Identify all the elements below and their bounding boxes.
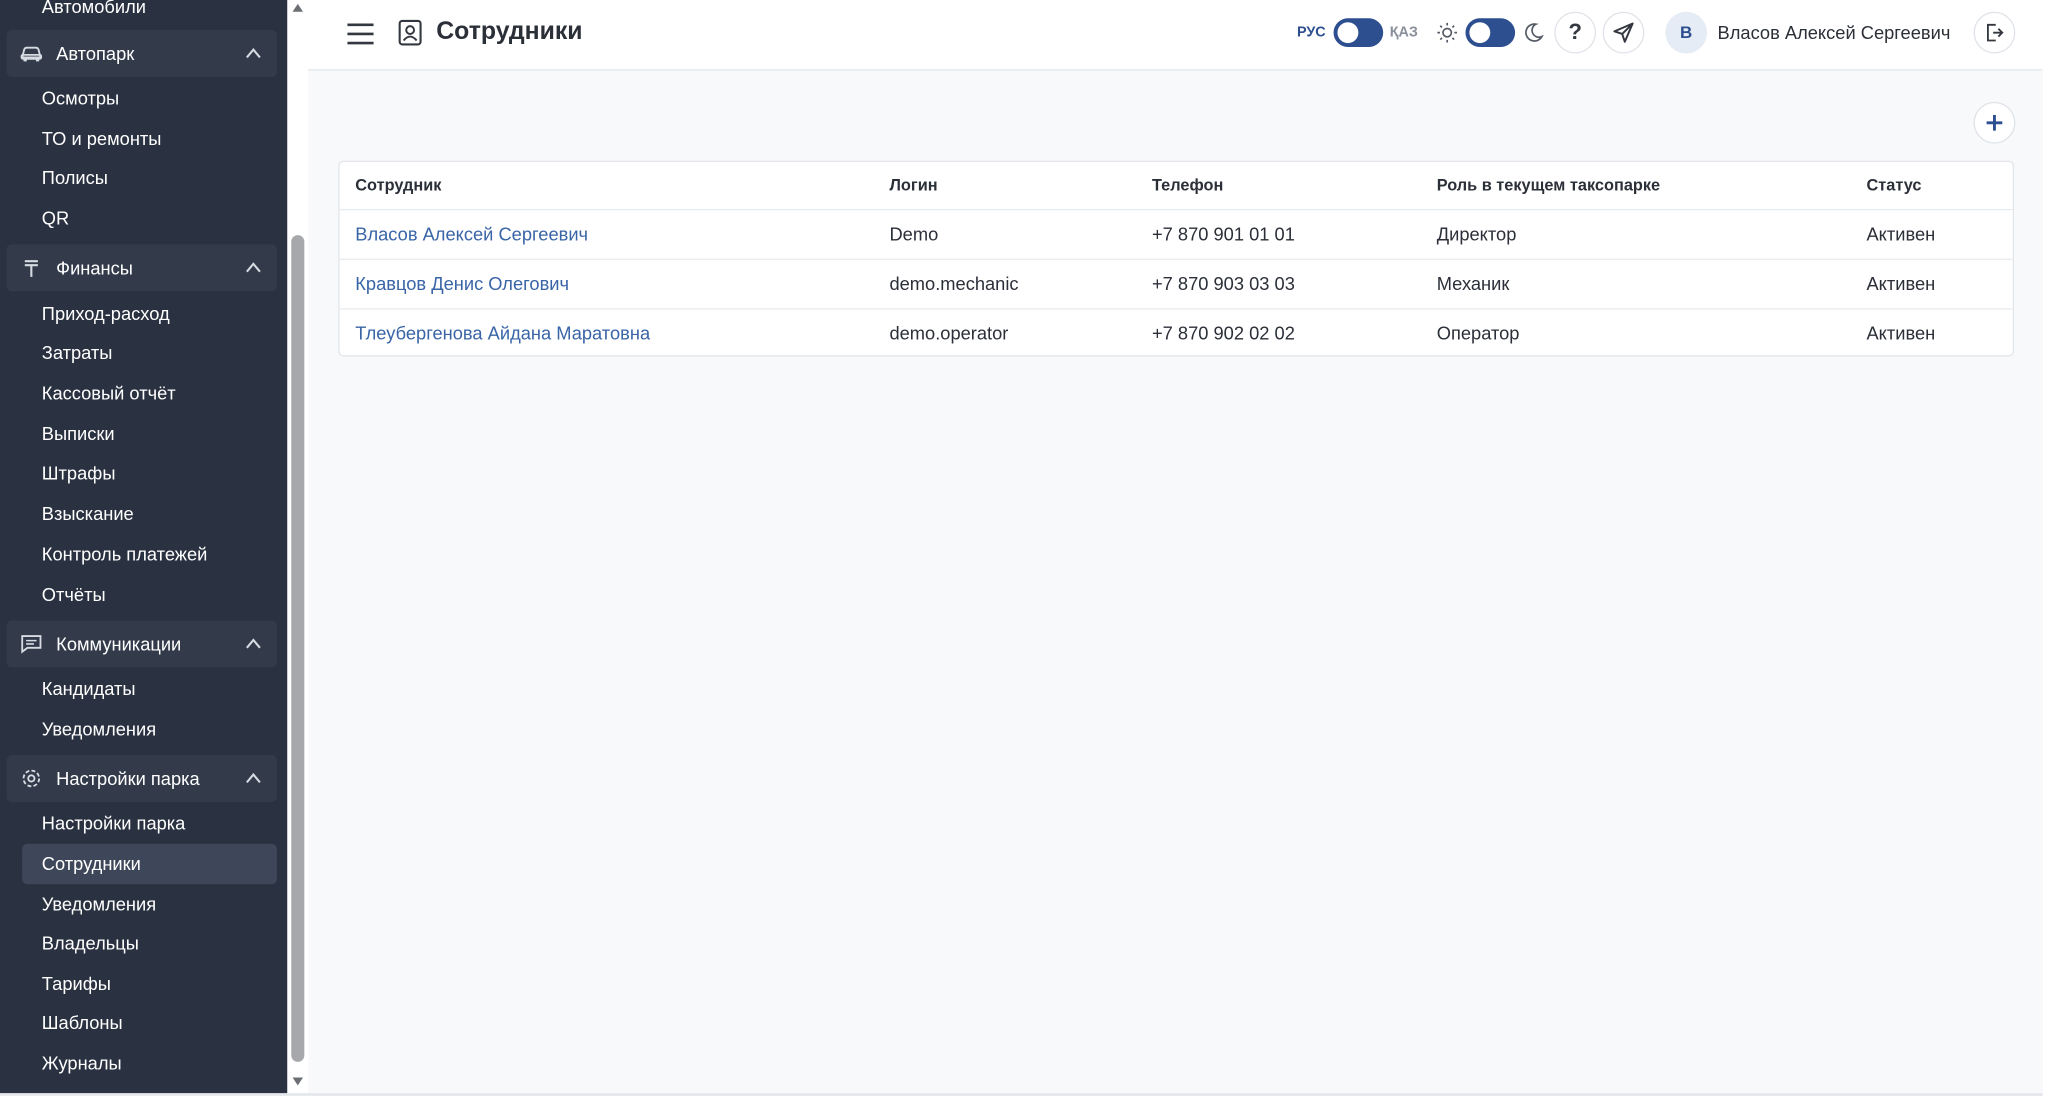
toggle-knob (1337, 22, 1359, 44)
employees-table: Сотрудник Логин Телефон Роль в текущем т… (338, 160, 2015, 358)
sidebar-scrollbar[interactable] (287, 0, 309, 1094)
lang-ru-label[interactable]: РУС (1297, 0, 1326, 65)
sidebar-item-reports[interactable]: Отчёты (42, 579, 106, 610)
sidebar-group-label: Настройки парка (56, 767, 200, 789)
sidebar-item-cars[interactable]: Автомобили (42, 0, 146, 22)
employee-name-link[interactable]: Кравцов Денис Олегович (355, 260, 569, 308)
page-bottom-border (0, 1093, 2043, 1096)
toggle-knob (1469, 22, 1491, 44)
top-header: Сотрудники РУС ҚАЗ ? В Власов Алексей Се… (308, 0, 2043, 71)
add-employee-button[interactable] (1973, 101, 2016, 144)
sidebar-group-fleet[interactable]: Автопарк (6, 30, 277, 78)
sidebar-group-finance[interactable]: Финансы (6, 244, 277, 292)
sidebar-item-tariffs[interactable]: Тарифы (42, 968, 111, 999)
employee-phone: +7 870 901 01 01 (1151, 223, 1295, 245)
lang-kz-label[interactable]: ҚАЗ (1390, 0, 1418, 65)
sun-icon (1437, 22, 1457, 43)
column-header-status[interactable]: Статус (1866, 162, 1921, 209)
sidebar-item-logs[interactable]: Журналы (42, 1048, 122, 1079)
telegram-button[interactable] (1602, 11, 1645, 54)
table-row[interactable]: Власов Алексей Сергеевич Demo +7 870 901… (339, 208, 2013, 259)
avatar[interactable]: В (1665, 11, 1708, 54)
page-title: Сотрудники (436, 18, 583, 46)
sidebar-item-templates[interactable]: Шаблоны (42, 1007, 123, 1038)
sidebar-item-maintenance[interactable]: ТО и ремонты (42, 123, 162, 154)
theme-toggle[interactable] (1465, 18, 1516, 48)
employee-status: Активен (1866, 322, 1936, 344)
employee-role: Оператор (1436, 322, 1520, 344)
sidebar-item-inspections[interactable]: Осмотры (42, 82, 119, 113)
scrollbar-thumb[interactable] (291, 235, 305, 1062)
send-icon (1613, 22, 1634, 43)
sidebar-item-employees[interactable]: Сотрудники (42, 848, 141, 879)
chevron-up-icon (246, 772, 261, 784)
sidebar-group-label: Коммуникации (56, 633, 182, 655)
sidebar-item-owners[interactable]: Владельцы (42, 927, 139, 958)
language-toggle[interactable] (1333, 18, 1384, 48)
sidebar-item-costs[interactable]: Затраты (42, 337, 113, 368)
employee-name-link[interactable]: Тлеубергенова Айдана Маратовна (355, 310, 650, 358)
sidebar-item-collection[interactable]: Взыскание (42, 498, 134, 529)
sidebar: Автомобили Автопарк Осмотры ТО и ремонты… (0, 0, 288, 1094)
employee-login: demo.mechanic (889, 272, 1019, 294)
chevron-up-icon (246, 262, 261, 273)
sidebar-group-communications[interactable]: Коммуникации (6, 620, 277, 668)
logout-icon (1987, 23, 2004, 42)
main-content: Сотрудники РУС ҚАЗ ? В Власов Алексей Се… (308, 0, 2043, 1094)
sidebar-group-park-settings[interactable]: Настройки парка (6, 754, 277, 802)
sidebar-item-payment-control[interactable]: Контроль платежей (42, 538, 208, 569)
sidebar-item-park-notifications[interactable]: Уведомления (42, 888, 156, 919)
gear-icon (22, 769, 41, 788)
employee-badge-icon (398, 19, 422, 46)
employee-phone: +7 870 902 02 02 (1151, 322, 1295, 344)
employee-login: demo.operator (889, 322, 1009, 344)
employee-status: Активен (1866, 223, 1936, 245)
scroll-down-arrow-icon[interactable] (291, 1075, 304, 1088)
sidebar-item-fines[interactable]: Штрафы (42, 457, 116, 488)
logout-button[interactable] (1973, 11, 2016, 54)
sidebar-item-income-expense[interactable]: Приход-расход (42, 298, 170, 329)
user-name[interactable]: Власов Алексей Сергеевич (1718, 0, 1951, 65)
employee-role: Директор (1436, 223, 1517, 245)
tenge-icon (24, 260, 38, 277)
sidebar-item-qr[interactable]: QR (42, 202, 69, 233)
table-row[interactable]: Тлеубергенова Айдана Маратовна demo.oper… (339, 308, 2013, 358)
chevron-up-icon (246, 638, 261, 649)
sidebar-group-label: Финансы (56, 257, 133, 279)
sidebar-item-statements[interactable]: Выписки (42, 418, 115, 449)
chevron-up-icon (246, 48, 261, 59)
sidebar-item-candidates[interactable]: Кандидаты (42, 673, 136, 704)
employee-role: Механик (1436, 272, 1510, 294)
column-header-phone[interactable]: Телефон (1152, 162, 1223, 209)
car-icon (20, 46, 43, 62)
menu-icon[interactable] (345, 18, 376, 49)
scroll-up-arrow-icon[interactable] (291, 1, 304, 14)
column-header-role[interactable]: Роль в текущем таксопарке (1437, 162, 1660, 209)
sidebar-group-label: Автопарк (56, 43, 135, 64)
employee-name-link[interactable]: Власов Алексей Сергеевич (355, 210, 588, 258)
column-header-login[interactable]: Логин (889, 162, 937, 209)
plus-icon (1986, 114, 2003, 131)
employee-status: Активен (1866, 272, 1936, 294)
moon-icon (1525, 23, 1544, 42)
sidebar-item-park-settings[interactable]: Настройки парка (42, 807, 186, 838)
table-row[interactable]: Кравцов Денис Олегович demo.mechanic +7 … (339, 258, 2013, 309)
help-button[interactable]: ? (1554, 11, 1597, 54)
sidebar-item-policies[interactable]: Полисы (42, 162, 108, 193)
help-icon: ? (1568, 19, 1582, 45)
sidebar-item-notifications[interactable]: Уведомления (42, 713, 156, 744)
employee-login: Demo (889, 223, 939, 245)
employee-phone: +7 870 903 03 03 (1151, 272, 1295, 294)
column-header-employee[interactable]: Сотрудник (355, 162, 441, 209)
chat-icon (21, 635, 42, 654)
sidebar-item-cash-report[interactable]: Кассовый отчёт (42, 377, 176, 408)
